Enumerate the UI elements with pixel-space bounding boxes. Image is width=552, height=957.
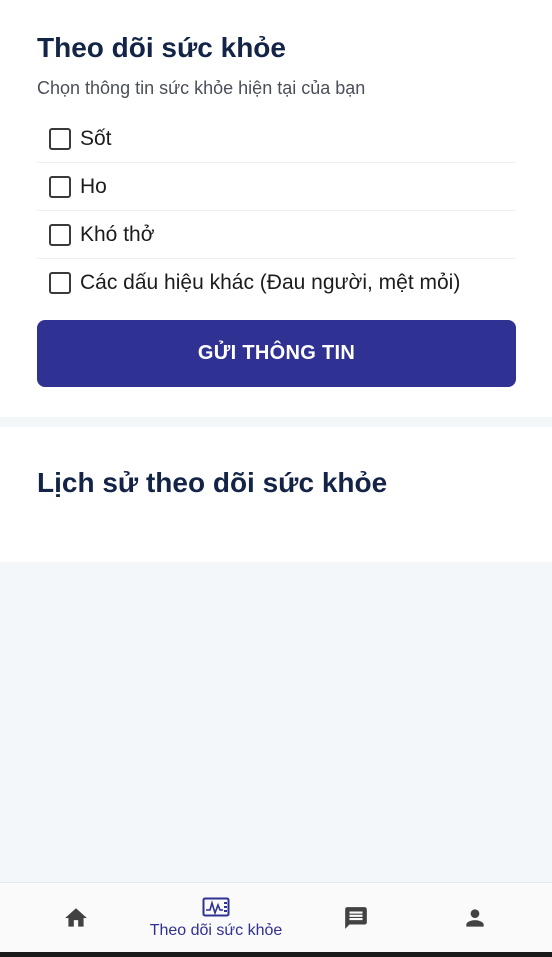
option-label: Khó thở xyxy=(80,222,155,246)
page-subtitle: Chọn thông tin sức khỏe hiện tại của bạn xyxy=(37,78,366,98)
option-label: Ho xyxy=(80,174,107,198)
submit-button[interactable]: GỬI THÔNG TIN xyxy=(37,320,516,387)
monitor-icon xyxy=(202,897,230,916)
system-bar-edge xyxy=(0,952,552,957)
option-shortness-of-breath[interactable]: Khó thở xyxy=(37,211,516,259)
message-icon xyxy=(345,907,367,929)
nav-item-messages[interactable] xyxy=(320,883,392,953)
bottom-nav: Theo dõi sức khỏe xyxy=(0,882,552,952)
page-title: Theo dõi sức khỏe xyxy=(37,32,286,63)
fever-checkbox[interactable] xyxy=(49,127,71,150)
history-title: Lịch sử theo dõi sức khỏe xyxy=(37,467,388,498)
home-icon xyxy=(65,908,87,927)
nav-item-home[interactable] xyxy=(40,883,112,953)
option-fever[interactable]: Sốt xyxy=(37,115,516,163)
option-cough[interactable]: Ho xyxy=(37,163,516,211)
nav-item-label: Theo dõi sức khỏe xyxy=(149,921,283,939)
option-other-symptoms[interactable]: Các dấu hiệu khác (Đau người, mệt mỏi) xyxy=(37,259,516,307)
screen: Theo dõi sức khỏe Chọn thông tin sức khỏ… xyxy=(0,0,552,957)
option-label: Sốt xyxy=(80,126,112,150)
nav-item-profile[interactable] xyxy=(439,883,511,953)
shortness-of-breath-checkbox[interactable] xyxy=(49,223,71,246)
cough-checkbox[interactable] xyxy=(49,175,71,198)
other-symptoms-checkbox[interactable] xyxy=(49,272,71,294)
person-icon xyxy=(466,909,484,927)
symptom-options: Sốt Ho Khó thở Các dấu hiệu khác (Đau ng… xyxy=(37,115,516,307)
history-card: Lịch sử theo dõi sức khỏe xyxy=(0,427,552,562)
nav-item-health-tracking[interactable]: Theo dõi sức khỏe xyxy=(136,883,296,953)
health-form-card: Theo dõi sức khỏe Chọn thông tin sức khỏ… xyxy=(0,0,552,417)
option-label: Các dấu hiệu khác (Đau người, mệt mỏi) xyxy=(80,271,461,294)
